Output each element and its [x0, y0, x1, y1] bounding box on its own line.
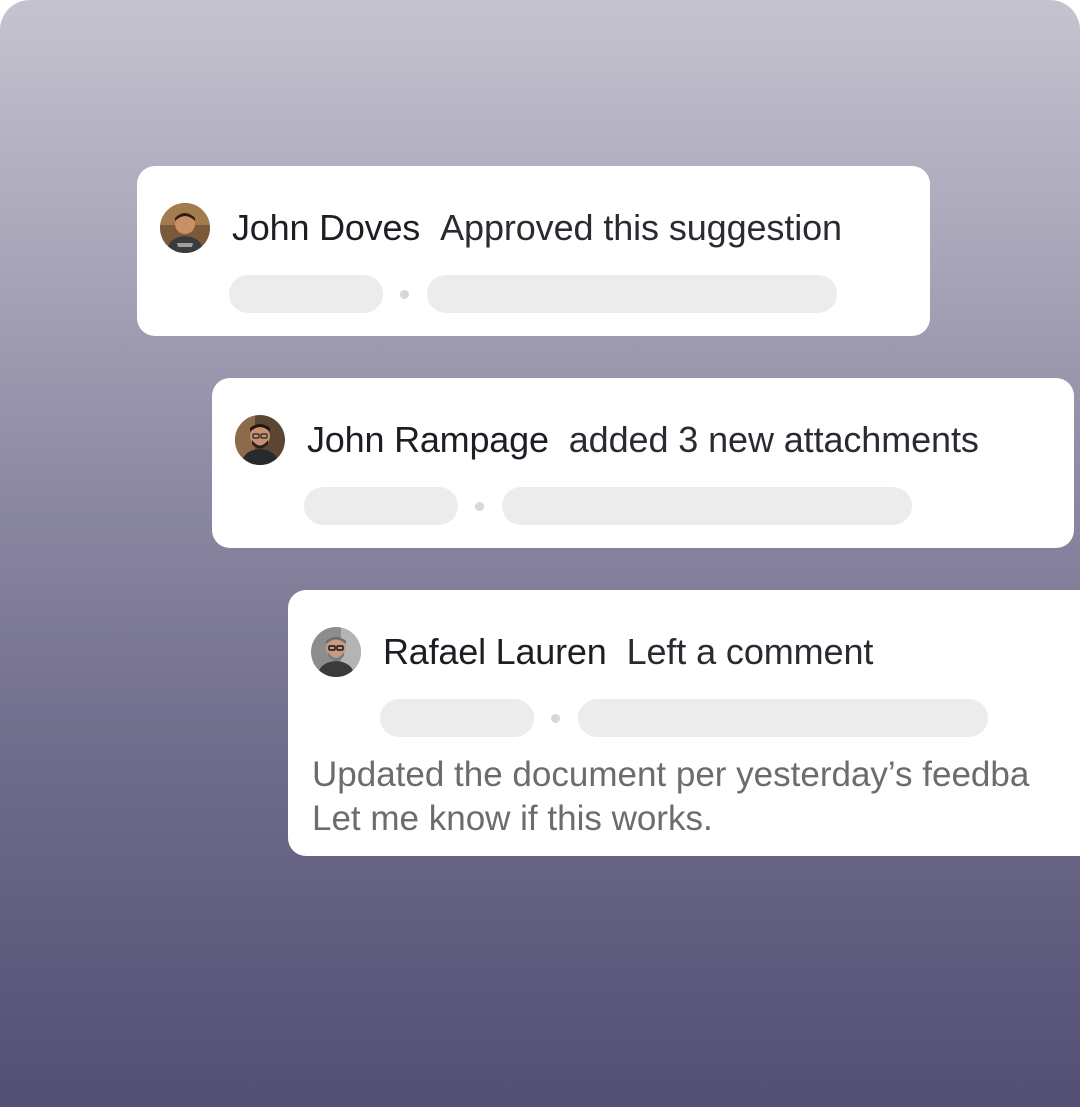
activity-feed-background: John Doves Approved this suggestion John … [0, 0, 1080, 1107]
user-name[interactable]: John Doves [232, 207, 420, 248]
separator-dot [475, 502, 484, 511]
activity-action: Left a comment [626, 631, 874, 672]
activity-headline: John Doves Approved this suggestion [232, 204, 842, 252]
activity-card[interactable]: Rafael Lauren Left a comment Updated the … [288, 590, 1080, 856]
activity-card[interactable]: John Rampage added 3 new attachments [212, 378, 1074, 548]
user-photo-icon [235, 415, 285, 465]
avatar[interactable] [235, 415, 285, 465]
activity-action: Approved this suggestion [440, 207, 842, 248]
timestamp-placeholder [229, 275, 383, 313]
avatar[interactable] [311, 627, 361, 677]
detail-placeholder [502, 487, 912, 525]
activity-action: added 3 new attachments [568, 419, 979, 460]
detail-placeholder [578, 699, 988, 737]
detail-placeholder [427, 275, 837, 313]
user-photo-icon [311, 627, 361, 677]
comment-text: Updated the document per yesterday’s fee… [312, 755, 1030, 838]
user-photo-icon [160, 203, 210, 253]
activity-card[interactable]: John Doves Approved this suggestion [137, 166, 930, 336]
timestamp-placeholder [304, 487, 458, 525]
timestamp-placeholder [380, 699, 534, 737]
user-name[interactable]: Rafael Lauren [383, 631, 607, 672]
separator-dot [400, 290, 409, 299]
avatar[interactable] [160, 203, 210, 253]
activity-headline: Rafael Lauren Left a comment [383, 628, 873, 676]
activity-headline: John Rampage added 3 new attachments [307, 416, 979, 464]
user-name[interactable]: John Rampage [307, 419, 549, 460]
separator-dot [551, 714, 560, 723]
